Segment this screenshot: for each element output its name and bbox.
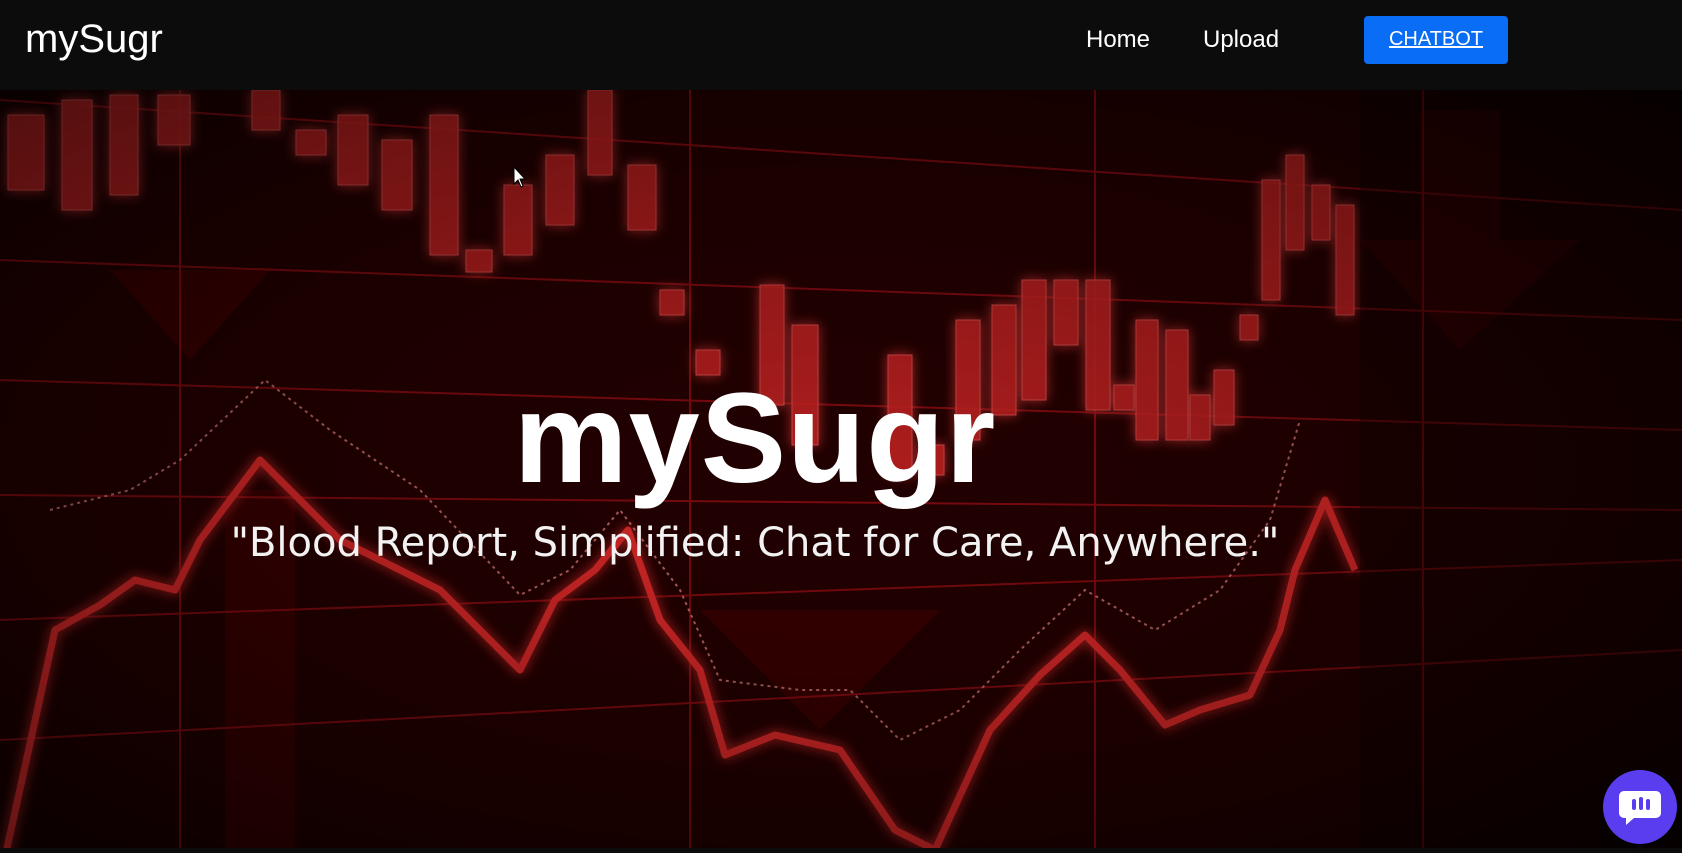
chat-widget-button[interactable] xyxy=(1603,770,1677,844)
bottom-strip xyxy=(0,848,1682,853)
chatbot-button[interactable]: CHATBOT xyxy=(1364,16,1508,64)
chat-bubble-icon xyxy=(1619,791,1661,825)
navbar: mySugr Home Upload CHATBOT xyxy=(0,0,1682,90)
hero-section: mySugr "Blood Report, Simplified: Chat f… xyxy=(0,90,1682,848)
hero-title: mySugr xyxy=(513,367,997,510)
nav-link-upload[interactable]: Upload xyxy=(1203,26,1279,54)
brand-logo[interactable]: mySugr xyxy=(25,17,163,62)
mouse-cursor-icon xyxy=(513,166,527,188)
nav-link-home[interactable]: Home xyxy=(1086,26,1150,54)
hero-subtitle: "Blood Report, Simplified: Chat for Care… xyxy=(230,520,1280,566)
